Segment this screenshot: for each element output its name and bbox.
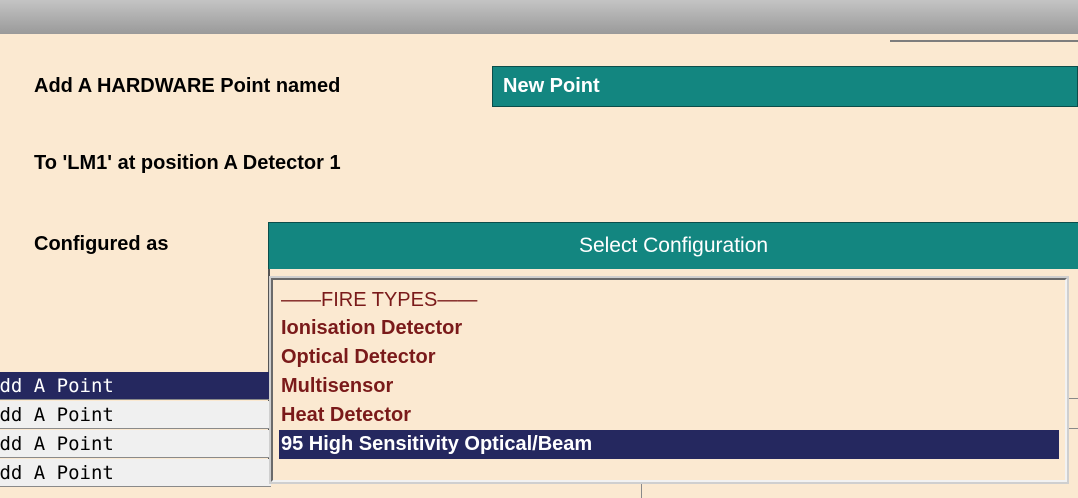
- list-item-label: Add A Point: [0, 375, 114, 397]
- list-item-label: Add A Point: [0, 404, 114, 426]
- config-option-ionisation[interactable]: Ionisation Detector: [279, 314, 1059, 343]
- location-label: To 'LM1' at position A Detector 1: [34, 152, 341, 174]
- row-divider: [1067, 398, 1078, 399]
- config-option-heat[interactable]: Heat Detector: [279, 401, 1059, 430]
- list-item[interactable]: Add A Point: [0, 401, 271, 429]
- configured-as-label: Configured as: [34, 233, 169, 255]
- configuration-listbox[interactable]: ——FIRE TYPES—— Ionisation Detector Optic…: [271, 278, 1067, 482]
- column-divider: [641, 482, 642, 498]
- divider-line: [890, 40, 1078, 42]
- row-divider: [1067, 428, 1078, 429]
- add-point-label: Add A HARDWARE Point named: [34, 75, 341, 97]
- window-title-bar: [0, 0, 1078, 34]
- config-option-optical[interactable]: Optical Detector: [279, 343, 1059, 372]
- list-item-label: Add A Point: [0, 433, 114, 455]
- point-name-field[interactable]: New Point: [492, 66, 1078, 107]
- list-group-header: ——FIRE TYPES——: [281, 289, 478, 311]
- list-item[interactable]: Add A Point: [0, 430, 271, 458]
- list-item[interactable]: Add A Point: [0, 459, 271, 487]
- list-item-label: Add A Point: [0, 462, 114, 484]
- select-configuration-button[interactable]: Select Configuration: [268, 222, 1078, 269]
- config-option-multisensor[interactable]: Multisensor: [279, 372, 1059, 401]
- list-item[interactable]: Add A Point: [0, 372, 271, 400]
- config-option-high-sensitivity-optical-beam[interactable]: 95 High Sensitivity Optical/Beam: [279, 430, 1059, 459]
